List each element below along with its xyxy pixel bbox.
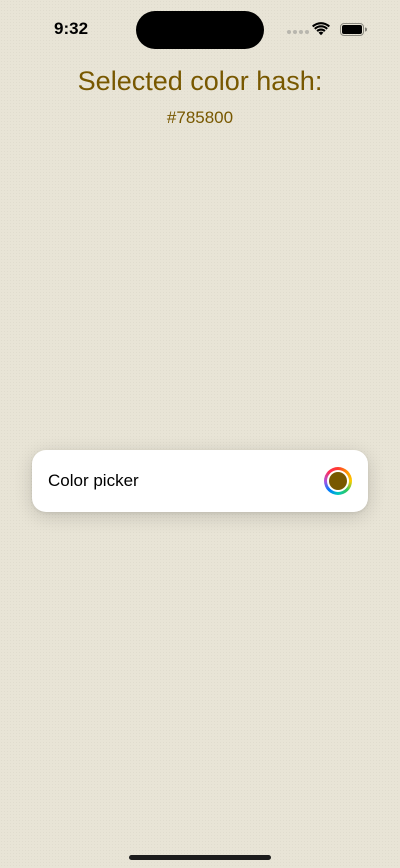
home-indicator[interactable] [129, 855, 271, 860]
status-bar: 9:32 [0, 0, 400, 60]
status-time: 9:32 [54, 19, 89, 38]
wifi-icon [312, 22, 330, 36]
color-well-ring [327, 470, 349, 492]
page-title: Selected color hash: [77, 66, 323, 96]
selected-color-swatch [329, 472, 347, 490]
color-picker-label: Color picker [48, 471, 139, 490]
color-picker-row[interactable]: Color picker [32, 450, 368, 512]
color-well-button[interactable] [324, 467, 352, 495]
signal-dots-icon [287, 30, 309, 34]
dynamic-island [136, 11, 264, 49]
color-hash-value: #785800 [166, 108, 234, 127]
battery-icon [340, 23, 367, 36]
